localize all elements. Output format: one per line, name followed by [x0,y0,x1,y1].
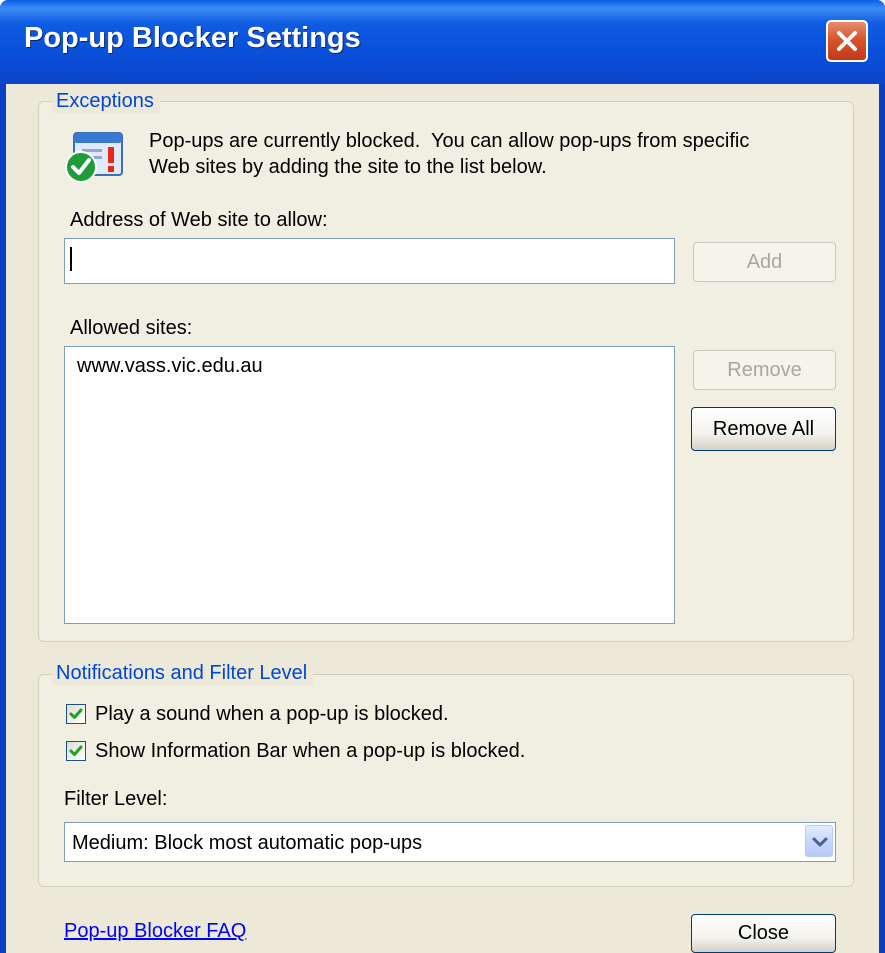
list-item[interactable]: www.vass.vic.edu.au [77,355,263,378]
play-sound-label[interactable]: Play a sound when a pop-up is blocked. [95,703,449,726]
text-caret [70,247,72,271]
filter-level-value: Medium: Block most automatic pop-ups [72,832,423,854]
show-infobar-label[interactable]: Show Information Bar when a pop-up is bl… [95,740,525,763]
faq-link[interactable]: Pop-up Blocker FAQ [64,920,246,943]
window-title: Pop-up Blocker Settings [24,22,361,54]
add-button[interactable]: Add [693,242,836,282]
checkmark-icon [69,708,83,719]
allowed-sites-label: Allowed sites: [70,317,193,339]
chevron-down-icon [812,837,828,847]
window-close-button[interactable] [826,20,868,62]
allowed-sites-list[interactable]: www.vass.vic.edu.au [64,346,675,624]
exceptions-intro: Pop-ups are currently blocked. You can a… [149,128,749,180]
notifications-legend: Notifications and Filter Level [52,662,314,685]
intro-line-2: Web sites by adding the site to the list… [149,156,547,178]
exceptions-legend: Exceptions [52,90,160,113]
address-label: Address of Web site to allow: [70,209,328,231]
remove-button[interactable]: Remove [693,350,836,390]
intro-line-1: Pop-ups are currently blocked. You can a… [149,130,750,152]
dialog-client-area: Exceptions Pop-ups are currently blocked… [6,84,879,953]
filter-level-label: Filter Level: [64,788,168,810]
close-button[interactable]: Close [691,914,836,953]
show-infobar-checkbox[interactable] [66,741,86,761]
close-icon [837,31,857,51]
play-sound-checkbox[interactable] [66,704,86,724]
filter-level-dropdown[interactable]: Medium: Block most automatic pop-ups [64,822,836,862]
popup-blocked-icon [65,132,123,183]
address-input[interactable] [64,238,675,284]
checkmark-icon [69,745,83,756]
title-bar[interactable]: Pop-up Blocker Settings [0,0,885,84]
dropdown-arrow-button[interactable] [805,825,833,857]
dialog-window: Pop-up Blocker Settings Exceptions Pop-u… [0,0,885,953]
remove-all-button[interactable]: Remove All [691,407,836,451]
